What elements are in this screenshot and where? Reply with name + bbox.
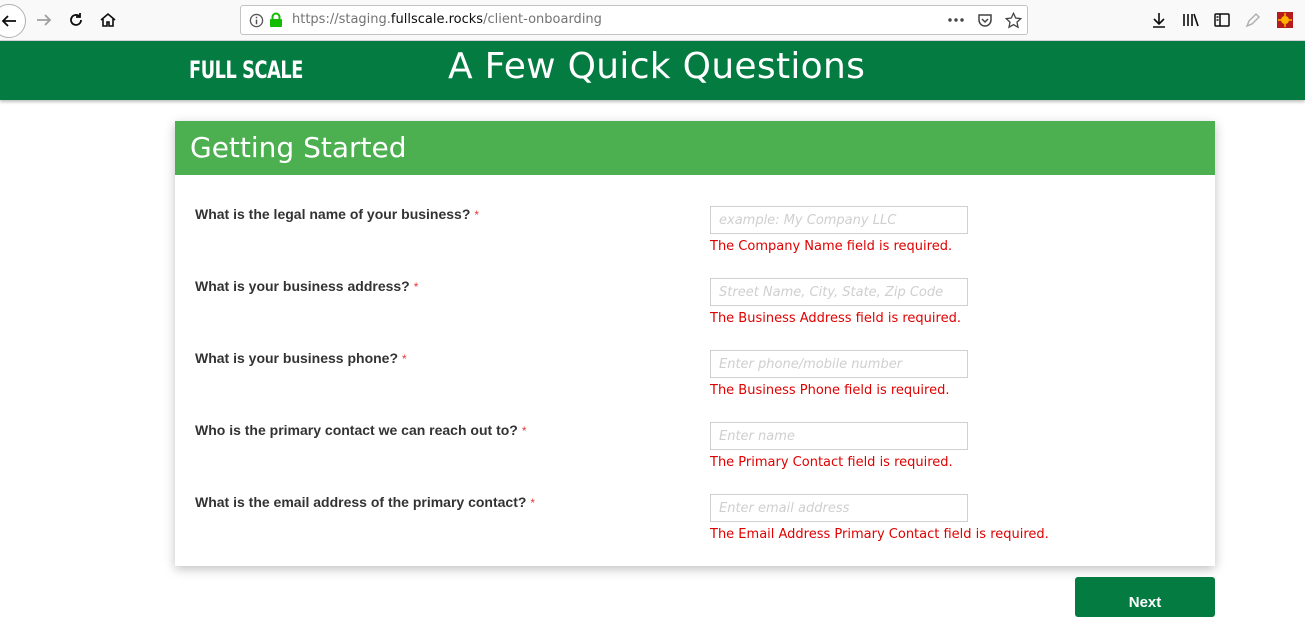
question-text: What is your business address?: [195, 278, 410, 294]
library-icon[interactable]: [1178, 7, 1204, 33]
question-label-business-phone: What is your business phone? *: [195, 350, 407, 366]
extension-icon[interactable]: [1272, 7, 1298, 33]
business-address-input[interactable]: [710, 278, 968, 306]
home-icon[interactable]: [95, 7, 121, 33]
full-scale-logo[interactable]: FULL SCALE: [189, 56, 303, 84]
question-label-company-name: What is the legal name of your business?…: [195, 206, 479, 222]
company-name-input[interactable]: [710, 206, 968, 234]
lock-icon[interactable]: [267, 11, 285, 29]
contact-email-error: The Email Address Primary Contact field …: [710, 527, 1049, 542]
question-label-business-address: What is your business address? *: [195, 278, 418, 294]
info-icon[interactable]: [247, 11, 265, 29]
question-label-primary-contact: Who is the primary contact we can reach …: [195, 422, 527, 438]
browser-toolbar: https://staging.fullscale.rocks/client-o…: [0, 0, 1305, 41]
primary-contact-input[interactable]: [710, 422, 968, 450]
contact-email-input[interactable]: [710, 494, 968, 522]
site-header: FULL SCALE A Few Quick Questions: [0, 41, 1305, 100]
card-header: Getting Started: [175, 121, 1215, 175]
reload-icon[interactable]: [63, 7, 89, 33]
required-marker: *: [474, 208, 480, 222]
questions-card: Getting Started What is the legal name o…: [175, 121, 1215, 566]
card-title: Getting Started: [190, 131, 407, 164]
url-text[interactable]: https://staging.fullscale.rocks/client-o…: [292, 12, 602, 27]
question-text: Who is the primary contact we can reach …: [195, 422, 518, 438]
business-address-error: The Business Address field is required.: [710, 311, 961, 326]
required-marker: *: [530, 496, 536, 510]
question-text: What is the email address of the primary…: [195, 494, 527, 510]
bookmark-star-icon[interactable]: [1004, 11, 1022, 29]
forward-icon[interactable]: [31, 7, 57, 33]
business-phone-input[interactable]: [710, 350, 968, 378]
back-icon[interactable]: [0, 4, 26, 38]
sidebar-icon[interactable]: [1209, 7, 1235, 33]
required-marker: *: [521, 424, 527, 438]
question-text: What is the legal name of your business?: [195, 206, 471, 222]
more-icon[interactable]: [947, 11, 965, 29]
url-bar[interactable]: https://staging.fullscale.rocks/client-o…: [240, 5, 1028, 35]
required-marker: *: [402, 352, 407, 366]
pocket-icon[interactable]: [976, 11, 994, 29]
required-marker: *: [413, 280, 419, 294]
url-host: fullscale.rocks: [390, 12, 484, 27]
next-button[interactable]: Next: [1075, 577, 1215, 617]
pen-icon[interactable]: [1240, 7, 1266, 33]
question-label-contact-email: What is the email address of the primary…: [195, 494, 535, 510]
download-icon[interactable]: [1146, 7, 1172, 33]
question-text: What is your business phone?: [195, 350, 399, 366]
company-name-error: The Company Name field is required.: [710, 239, 953, 254]
page-title: A Few Quick Questions: [448, 46, 866, 87]
url-path: /client-onboarding: [483, 12, 602, 27]
business-phone-error: The Business Phone field is required.: [710, 383, 950, 398]
url-prefix: https://staging.: [292, 12, 391, 27]
primary-contact-error: The Primary Contact field is required.: [710, 455, 953, 470]
